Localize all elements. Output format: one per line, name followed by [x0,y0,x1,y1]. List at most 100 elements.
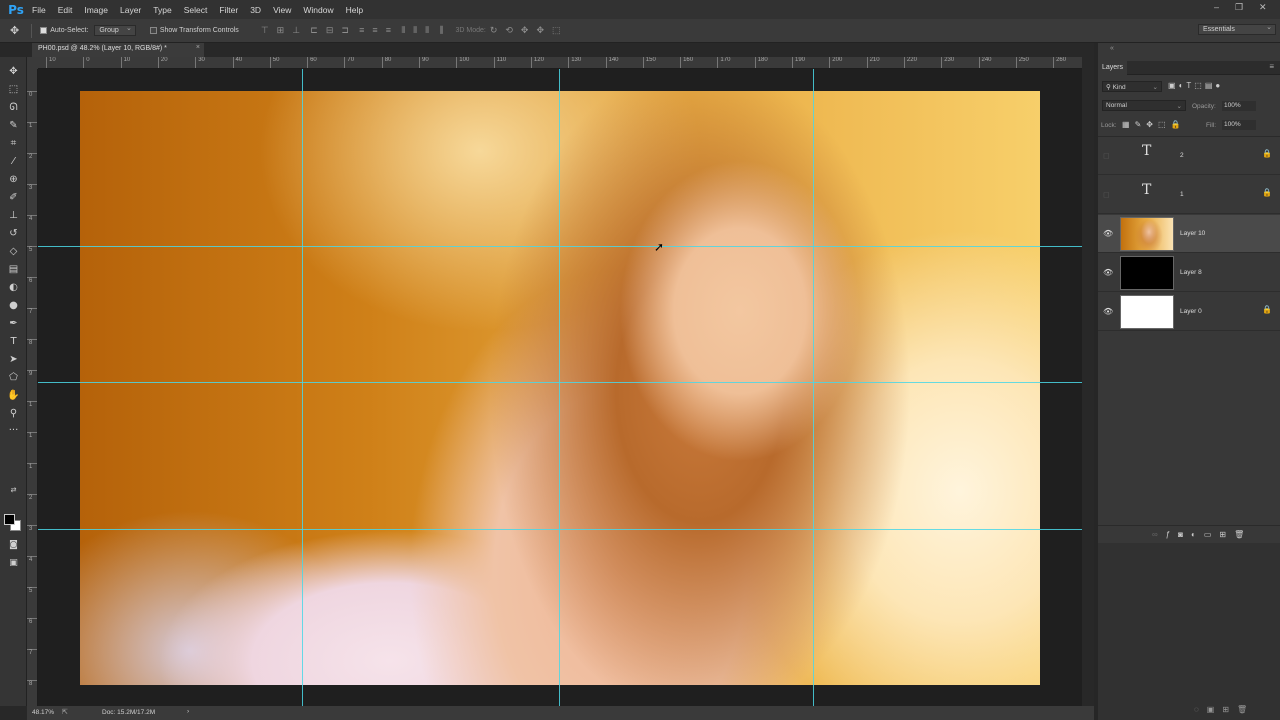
ruler-vertical[interactable]: 0 1 2 3 4 5 6 7 8 9 1 1 1 2 3 4 5 6 7 8 [27,69,38,706]
marquee-tool-icon[interactable]: ⬚ [0,81,27,98]
clone-stamp-tool-icon[interactable]: ⊥ [0,207,27,224]
snapshot-icon[interactable]: ◌ [1194,705,1207,714]
align-top-icon[interactable]: ⊤ [261,25,269,36]
guide-vertical[interactable] [813,69,814,706]
zoom-tool-icon[interactable]: ⚲ [0,405,27,422]
more-tools-icon[interactable]: ··· [0,422,27,439]
3d-orbit-icon[interactable]: ↻ [490,25,498,36]
auto-select-checkbox[interactable] [40,27,48,34]
fx-icon[interactable]: ƒ [1166,530,1178,539]
pen-tool-icon[interactable]: ✒ [0,315,27,332]
eraser-tool-icon[interactable]: ◇ [0,243,27,260]
screen-mode-icon[interactable]: ▣ [0,555,27,572]
ruler-horizontal[interactable]: 10 0 10 20 30 40 50 60 70 80 90 100 110 120 130 140 150 1… [38,57,1082,69]
adjustment-layer-icon[interactable]: ◐ [1191,530,1204,539]
layer-name[interactable]: 1 [1180,191,1184,198]
eye-icon[interactable]: 👁 [1103,229,1113,238]
swap-colors-icon[interactable]: ⇄ [0,482,27,499]
eye-icon[interactable]: 👁 [1103,268,1113,277]
new-group-icon[interactable]: ▭ [1204,530,1220,539]
quick-mask-icon[interactable]: ◙ [0,537,27,554]
quick-select-tool-icon[interactable]: ✎ [0,117,27,134]
menu-help[interactable]: Help [346,5,363,15]
move-tool-icon[interactable]: ✥ [0,63,27,80]
close-window-icon[interactable]: ✕ [1259,2,1267,13]
guide-vertical[interactable] [559,69,560,706]
distribute-hcenter-icon[interactable]: ⦀ [413,25,417,36]
3d-roll-icon[interactable]: ⟲ [505,25,513,36]
path-select-tool-icon[interactable]: ➤ [0,351,27,368]
move-tool-preset-icon[interactable]: ✥ [10,24,19,37]
menu-filter[interactable]: Filter [219,5,238,15]
lock-all-icon[interactable]: 🔒 [1171,120,1186,129]
menu-image[interactable]: Image [84,5,108,15]
distribute-top-icon[interactable]: ≡ [359,25,364,35]
distribute-right-icon[interactable]: ⦀ [425,25,429,36]
auto-align-icon[interactable]: ⫼ [439,25,443,36]
photo-layer-10[interactable] [80,91,1040,685]
panel-menu-icon[interactable]: ≡ [1269,62,1274,71]
blend-mode-dropdown[interactable]: Normal ⌄ [1102,100,1186,111]
filter-pixel-icon[interactable]: ▣ [1168,81,1179,90]
lasso-tool-icon[interactable]: ᘏ [0,99,27,116]
healing-brush-tool-icon[interactable]: ⊕ [0,171,27,188]
align-hcenter-icon[interactable]: ⊟ [326,25,334,36]
guide-vertical[interactable] [302,69,303,706]
visibility-icon[interactable]: ◻ [1103,190,1110,199]
dodge-tool-icon[interactable]: ● [0,297,27,314]
close-tab-icon[interactable]: × [196,44,200,51]
align-right-icon[interactable]: ⊐ [341,25,349,36]
delete-layer-icon[interactable]: 🗑 [1234,530,1252,539]
menu-edit[interactable]: Edit [58,5,73,15]
layer-name[interactable]: 2 [1180,152,1184,159]
workspace-dropdown[interactable]: Essentials [1198,23,1276,35]
lock-pixels-icon[interactable]: ✎ [1135,120,1147,129]
menu-type[interactable]: Type [153,5,171,15]
layer-filter-dropdown[interactable]: ⚲ Kind ⌄ [1102,81,1162,92]
export-icon[interactable]: ⇱ [62,708,68,716]
add-mask-icon[interactable]: ◙ [1178,530,1191,539]
distribute-bottom-icon[interactable]: ≡ [386,25,391,35]
distribute-left-icon[interactable]: ⦀ [401,25,405,36]
3d-scale-icon[interactable]: ⬚ [552,25,561,36]
tab-layers[interactable]: Layers [1098,61,1128,75]
guide-horizontal[interactable] [38,246,1082,247]
layer-row-layer-8[interactable]: 👁 Layer 8 [1098,254,1280,292]
delete-icon[interactable]: 🗑 [1237,705,1255,714]
3d-pan-icon[interactable]: ✥ [521,25,529,36]
lock-artboard-icon[interactable]: ⬚ [1158,120,1171,129]
filter-shape-icon[interactable]: ⬚ [1194,81,1205,90]
restore-icon[interactable]: ❐ [1235,2,1243,13]
filter-smart-icon[interactable]: ▤ [1205,81,1216,90]
lock-transparent-icon[interactable]: ▦ [1122,120,1135,129]
layer-row-text-1[interactable]: ◻ T 1 🔒 [1098,176,1280,214]
layer-name[interactable]: Layer 0 [1180,308,1202,315]
distribute-vcenter-icon[interactable]: ≡ [372,25,377,35]
document-tab[interactable]: PH00.psd @ 48.2% (Layer 10, RGB/8#) * × [32,43,204,57]
fill-input[interactable]: 100% [1222,120,1256,130]
layer-name[interactable]: Layer 8 [1180,269,1202,276]
foreground-color-swatch[interactable] [4,514,15,525]
menu-select[interactable]: Select [184,5,208,15]
layer-row-text-2[interactable]: ◻ T 2 🔒 [1098,137,1280,175]
status-menu-arrow[interactable]: › [187,708,189,715]
align-bottom-icon[interactable]: ⊥ [292,25,300,36]
new-document-icon[interactable]: ▣ [1207,705,1223,714]
new-layer-icon[interactable]: ⊞ [1219,530,1234,539]
show-transform-controls-checkbox[interactable] [149,27,157,34]
gradient-tool-icon[interactable]: ▤ [0,261,27,278]
guide-horizontal[interactable] [38,529,1082,530]
layer-name[interactable]: Layer 10 [1180,230,1205,237]
eyedropper-tool-icon[interactable]: ⁄ [0,153,27,170]
layer-row-layer-10[interactable]: 👁 Layer 10 [1098,215,1280,253]
zoom-level[interactable]: 48.17% [32,709,54,716]
filter-toggle-icon[interactable]: ● [1215,81,1223,90]
align-vcenter-icon[interactable]: ⊞ [277,25,285,36]
auto-select-target-dropdown[interactable]: Group [94,24,136,36]
new-item-icon[interactable]: ⊞ [1222,705,1237,714]
menu-window[interactable]: Window [303,5,333,15]
menu-3d[interactable]: 3D [250,5,261,15]
brush-tool-icon[interactable]: ✐ [0,189,27,206]
crop-tool-icon[interactable]: ⌗ [0,135,27,152]
align-left-icon[interactable]: ⊏ [310,25,318,36]
